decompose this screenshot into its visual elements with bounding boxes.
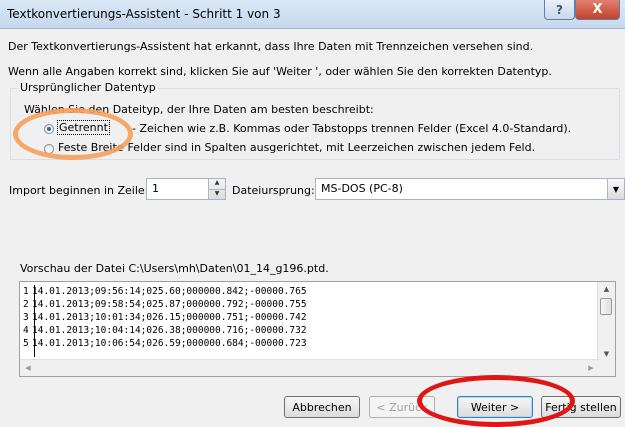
next-button[interactable]: Weiter > (457, 396, 533, 418)
getrennt-label-text[interactable]: Getrennt (57, 120, 110, 135)
file-origin-value[interactable]: MS-DOS (PC-8) (321, 182, 403, 195)
row-number: 2 (23, 299, 29, 310)
preview-row: 3 14.01.2013;10:01:34;026.15;000000.751;-… (23, 312, 307, 325)
close-icon: X (592, 2, 603, 17)
spin-up-icon[interactable]: ▲ (209, 179, 225, 189)
vertical-scrollbar[interactable]: ▲ ▼ (597, 282, 615, 361)
import-start-spinner[interactable]: 1 ▲ ▼ (146, 178, 226, 200)
spin-down-icon[interactable]: ▼ (209, 188, 225, 200)
scroll-left-icon[interactable]: ◀ (20, 360, 36, 376)
help-icon: ? (556, 2, 563, 17)
file-origin-label: Dateiursprung: (232, 184, 315, 197)
preview-row: 1 14.01.2013;09:56:14;025.60;000000.842;-… (23, 286, 307, 299)
radio-feste-breite[interactable] (44, 144, 54, 154)
row-text: 14.01.2013;10:01:34;026.15;000000.751;-0… (32, 312, 307, 323)
row-number: 3 (23, 312, 29, 323)
preview-row: 4 14.01.2013;10:04:14;026.38;000000.716;-… (23, 325, 307, 338)
original-type-prompt: Wählen Sie den Dateityp, der Ihre Daten … (24, 103, 374, 116)
feste-breite-description: - Felder sind in Spalten ausgerichtet, m… (120, 141, 536, 154)
row-number: 4 (23, 325, 29, 336)
title-bar: Textkonvertierungs-Assistent - Schritt 1… (0, 0, 625, 29)
finish-button[interactable]: Fertig stellen (541, 396, 621, 418)
file-preview[interactable]: 1 14.01.2013;09:56:14;025.60;000000.842;-… (19, 281, 616, 377)
scroll-corner (598, 360, 615, 376)
row-text: 14.01.2013;09:58:54;025.87;000000.792;-0… (32, 299, 307, 310)
help-button[interactable]: ? (544, 0, 575, 20)
row-text: 14.01.2013;09:56:14;025.60;000000.842;-0… (32, 286, 307, 297)
preview-row: 2 14.01.2013;09:58:54;025.87;000000.792;-… (23, 299, 307, 312)
row-text: 14.01.2013;10:06:54;026.59;000000.684;-0… (32, 338, 307, 349)
import-start-value[interactable]: 1 (152, 182, 159, 195)
chevron-down-icon[interactable]: ▼ (607, 179, 624, 199)
row-number: 5 (23, 338, 29, 349)
scroll-thumb[interactable] (600, 298, 612, 315)
scroll-down-icon[interactable]: ▼ (598, 347, 615, 361)
row-number: 1 (23, 286, 29, 297)
getrennt-description: - Zeichen wie z.B. Kommas oder Tabstopps… (132, 122, 572, 135)
horizontal-scrollbar[interactable]: ◀ ▶ (20, 359, 599, 376)
feste-breite-label[interactable]: Feste Breite (58, 141, 124, 154)
preview-row: 5 14.01.2013;10:06:54;026.59;000000.684;-… (23, 338, 307, 351)
spinner-buttons[interactable]: ▲ ▼ (208, 179, 225, 199)
import-start-label: Import beginnen in Zeile: (9, 184, 149, 197)
radio-getrennt-label[interactable]: Getrennt (57, 120, 110, 135)
original-type-legend: Ursprünglicher Datentyp (18, 81, 158, 94)
window-title: Textkonvertierungs-Assistent - Schritt 1… (7, 7, 281, 21)
scroll-right-icon[interactable]: ▶ (583, 360, 599, 376)
file-origin-dropdown[interactable]: MS-DOS (PC-8) ▼ (315, 178, 625, 200)
intro-line-2: Wenn alle Angaben korrekt sind, klicken … (8, 65, 552, 78)
scroll-up-icon[interactable]: ▲ (598, 282, 615, 296)
intro-line-1: Der Textkonvertierungs-Assistent hat erk… (8, 40, 534, 53)
close-button[interactable]: X (575, 0, 620, 20)
radio-getrennt[interactable] (44, 124, 54, 134)
cancel-button[interactable]: Abbrechen (284, 396, 360, 418)
preview-label: Vorschau der Datei C:\Users\mh\Daten\01_… (20, 262, 329, 275)
back-button[interactable]: < Zurück (369, 396, 435, 418)
row-text: 14.01.2013;10:04:14;026.38;000000.716;-0… (32, 325, 307, 336)
